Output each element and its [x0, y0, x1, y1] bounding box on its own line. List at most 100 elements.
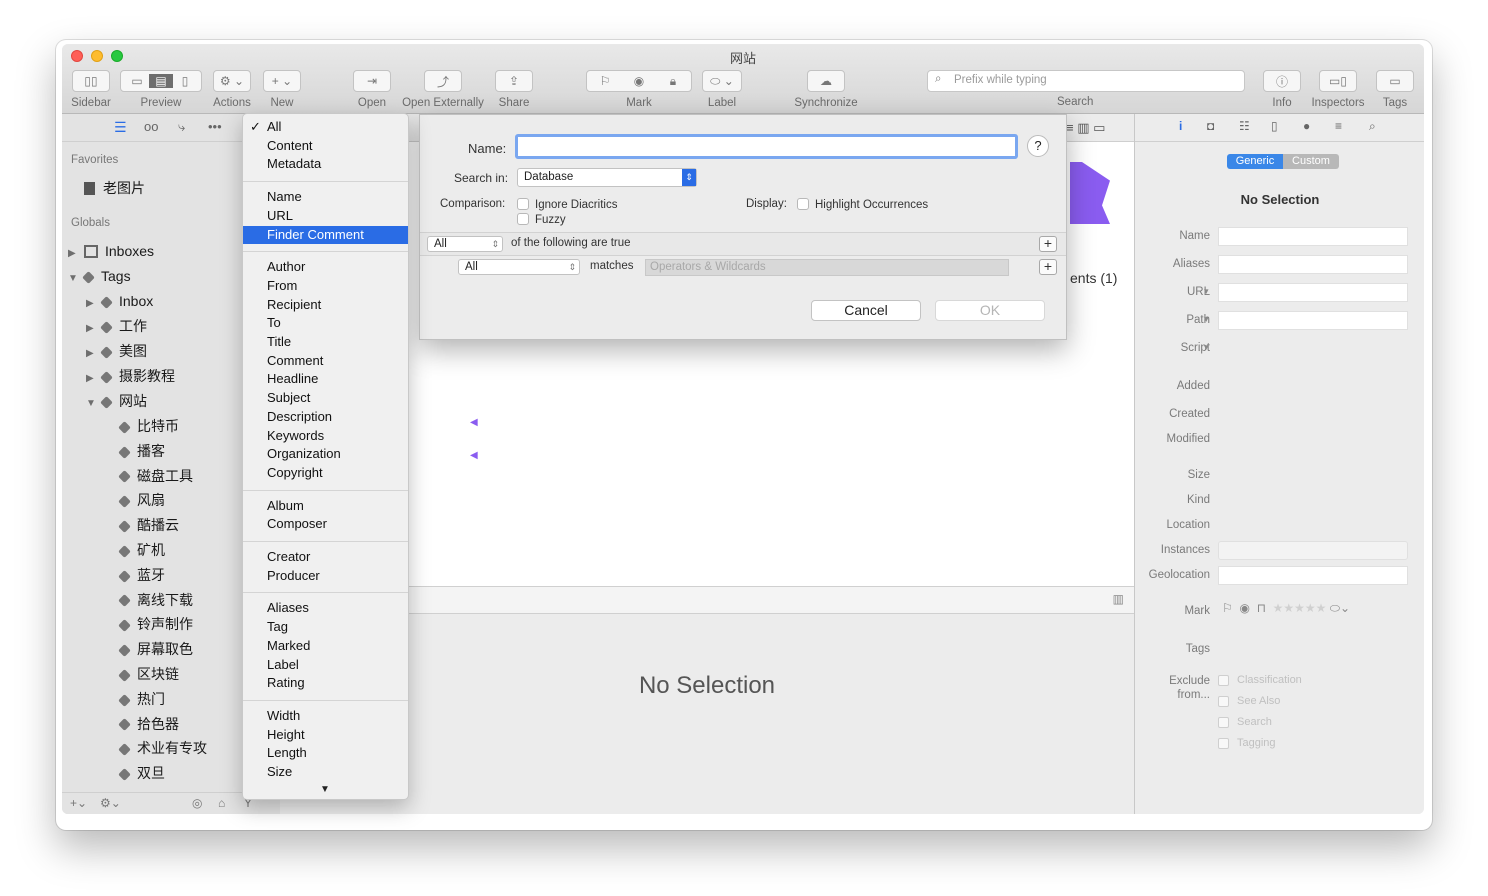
menu-item[interactable]: Organization	[243, 445, 408, 464]
highlight-occurrences-checkbox[interactable]: Highlight Occurrences	[797, 198, 928, 211]
disclosure-right-icon[interactable]: ▶	[68, 243, 84, 265]
disclosure-down-icon[interactable]: ▼	[86, 393, 102, 415]
chevron-down-icon[interactable]: ▾	[1204, 342, 1209, 353]
menu-item[interactable]: From	[243, 277, 408, 296]
disclosure-down-icon[interactable]: ▼	[68, 268, 84, 290]
inboxes-item[interactable]: ▶ Inboxes	[68, 240, 154, 262]
list-icon[interactable]: ☷	[1239, 119, 1250, 133]
add-subcriterion-button[interactable]: +	[1039, 259, 1057, 275]
help-button[interactable]: ?	[1027, 135, 1049, 157]
tag-item[interactable]: 热门	[118, 688, 165, 710]
share-toolbar-item[interactable]: ⇪ Share	[492, 70, 536, 109]
generic-tab[interactable]: Generic	[1227, 154, 1283, 169]
menu-item[interactable]: Width	[243, 707, 408, 726]
inspectors-toolbar-item[interactable]: ▭▯ Inspectors	[1308, 70, 1368, 109]
tag-group-item[interactable]: ▶ 工作	[86, 315, 147, 337]
menu-item[interactable]: Label	[243, 656, 408, 675]
tag-group-item[interactable]: ▶ Inbox	[86, 290, 153, 312]
menu-item[interactable]: Rating	[243, 674, 408, 693]
inspector-field-name[interactable]	[1218, 227, 1408, 246]
menu-item[interactable]: Name	[243, 188, 408, 207]
tag-item[interactable]: 酷播云	[118, 514, 179, 536]
tag-item[interactable]: 磁盘工具	[118, 465, 193, 487]
inspector-field-aliases[interactable]	[1218, 255, 1408, 274]
menu-item[interactable]: Recipient	[243, 296, 408, 315]
glasses-icon[interactable]: oo	[144, 119, 158, 134]
rating-stars[interactable]: ★★★★★	[1273, 601, 1327, 615]
concordance-icon[interactable]: ●	[1303, 119, 1310, 133]
gear-icon[interactable]: ⚙⌄	[100, 796, 121, 810]
tag-group-item[interactable]: ▼ 网站	[86, 390, 147, 412]
tag-item[interactable]: 术业有专攻	[118, 737, 207, 759]
tag-item[interactable]: 双旦	[118, 762, 165, 784]
mark-controls[interactable]: ⚐ ◉ ⊓ ★★★★★ ⬭⌄	[1222, 601, 1350, 616]
ok-button[interactable]: OK	[935, 300, 1045, 321]
exclude-option-checkbox[interactable]: Tagging	[1218, 737, 1276, 749]
menu-item[interactable]: Creator	[243, 548, 408, 567]
menu-item[interactable]: Keywords	[243, 427, 408, 446]
search-in-popup[interactable]: Database ⇕	[517, 168, 697, 187]
exclude-option-checkbox[interactable]: Classification	[1218, 674, 1302, 686]
annotation-icon[interactable]: ◘	[1207, 119, 1214, 133]
menu-item[interactable]: Producer	[243, 567, 408, 586]
tag-item[interactable]: 铃声制作	[118, 613, 193, 635]
preview-toolbar-item[interactable]: ▭ ▤ ▯ Preview	[120, 70, 202, 109]
tag-item[interactable]: 屏幕取色	[118, 638, 193, 660]
menu-item[interactable]: Finder Comment	[243, 225, 408, 245]
circle-icon[interactable]: ◎	[192, 796, 202, 810]
lock-icon[interactable]: ⊓	[1257, 601, 1266, 615]
tag-group-item[interactable]: ▶ 美图	[86, 340, 147, 362]
search-icon[interactable]: ⌕	[1369, 119, 1376, 134]
favorite-item[interactable]: 老图片	[84, 177, 145, 199]
actions-toolbar-item[interactable]: ⚙ ⌄ Actions	[208, 70, 256, 109]
open-externally-toolbar-item[interactable]: ⤴ Open Externally	[398, 70, 488, 109]
menu-item[interactable]: Length	[243, 744, 408, 763]
list-view-icon[interactable]: ☰	[114, 119, 127, 136]
mark-toolbar-item[interactable]: ⚐ ◉ 🔒︎ Mark	[584, 70, 694, 109]
tag-item[interactable]: 区块链	[118, 663, 179, 685]
menu-item[interactable]: Tag	[243, 618, 408, 637]
criterion-value-input[interactable]: Operators & Wildcards	[645, 259, 1009, 276]
text-icon[interactable]: ≡	[1335, 119, 1342, 133]
add-icon[interactable]: +⌄	[70, 796, 87, 810]
tag-item[interactable]: 蓝牙	[118, 564, 165, 586]
menu-item[interactable]: Headline	[243, 370, 408, 389]
tag-item[interactable]: 拾色器	[118, 713, 179, 735]
criterion-field-popup[interactable]: All ⇕	[458, 259, 580, 275]
disclosure-right-icon[interactable]: ▶	[86, 293, 102, 315]
sidebar-toolbar-item[interactable]: ▯▯ Sidebar	[70, 70, 112, 109]
menu-item[interactable]: Size	[243, 763, 408, 782]
search-field[interactable]: ⌕ Prefix while typing	[927, 70, 1245, 92]
inspector-field-url[interactable]	[1218, 283, 1408, 302]
menu-item[interactable]: Comment	[243, 352, 408, 371]
tags-group-item[interactable]: ▼ Tags	[68, 265, 131, 287]
open-toolbar-item[interactable]: ⇥ Open	[350, 70, 394, 109]
disclosure-right-icon[interactable]: ▶	[86, 343, 102, 365]
menu-item[interactable]: ✓ All	[243, 118, 408, 137]
scroll-down-icon[interactable]: ▼	[320, 784, 330, 795]
chevron-down-icon[interactable]: ▾	[1204, 314, 1209, 325]
menu-item[interactable]: Marked	[243, 637, 408, 656]
menu-item[interactable]: Aliases	[243, 599, 408, 618]
flag-icon[interactable]: ⚐	[1222, 601, 1233, 615]
inspector-field-instances[interactable]	[1218, 541, 1408, 560]
disclosure-right-icon[interactable]: ▶	[86, 368, 102, 390]
match-mode-popup[interactable]: All ⇕	[427, 236, 503, 252]
disclosure-right-icon[interactable]: ▶	[86, 318, 102, 340]
fuzzy-checkbox[interactable]: Fuzzy	[517, 213, 566, 226]
menu-item[interactable]: Composer	[243, 515, 408, 534]
document-icon[interactable]: ▯	[1271, 119, 1278, 133]
chevron-down-icon[interactable]: ▾	[1204, 286, 1209, 297]
menu-item[interactable]: Description	[243, 408, 408, 427]
menu-item[interactable]: Subject	[243, 389, 408, 408]
hierarchy-icon[interactable]: ⤷	[178, 119, 185, 135]
tag-item[interactable]: 比特币	[118, 415, 179, 437]
unread-icon[interactable]: ◉	[1239, 601, 1249, 615]
menu-item[interactable]: Metadata	[243, 155, 408, 174]
custom-tab[interactable]: Custom	[1283, 154, 1339, 169]
inspector-field-geolocation[interactable]	[1218, 566, 1408, 585]
exclude-option-checkbox[interactable]: Search	[1218, 716, 1272, 728]
tag-item[interactable]: 播客	[118, 440, 165, 462]
inspector-field-path[interactable]	[1218, 311, 1408, 330]
menu-item[interactable]: Content	[243, 137, 408, 156]
